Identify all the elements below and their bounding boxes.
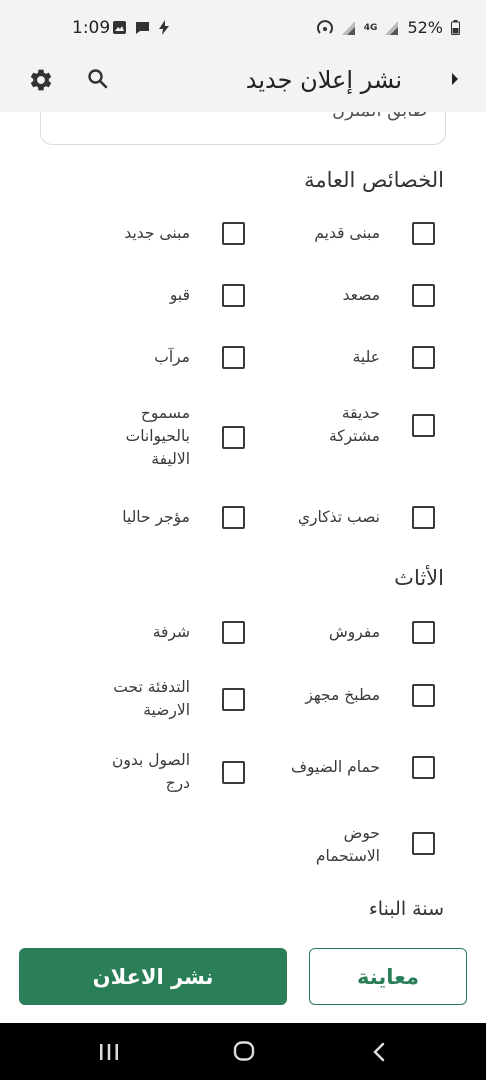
checkbox-label: مرآب xyxy=(154,348,190,366)
signal-icon xyxy=(341,20,355,35)
checkbox-box[interactable] xyxy=(412,621,435,644)
signal-icon-2 xyxy=(385,20,399,35)
back-icon xyxy=(373,1042,385,1062)
back-arrow-button[interactable] xyxy=(450,71,460,91)
checkbox-box[interactable] xyxy=(222,284,245,307)
checkbox-label: قبو xyxy=(169,286,190,304)
recent-apps-button[interactable] xyxy=(99,1043,119,1065)
system-nav-bar xyxy=(0,1023,486,1080)
checkbox-label: مفروش xyxy=(328,623,380,641)
checkbox-box[interactable] xyxy=(412,684,435,707)
page-title: نشر إعلان جديد xyxy=(245,66,402,94)
home-button[interactable] xyxy=(233,1041,255,1065)
checkbox-label: شرفة xyxy=(152,623,190,641)
checkbox-label: التدفئة تحت الارضية xyxy=(113,678,190,719)
checkbox-box[interactable] xyxy=(412,832,435,855)
checkbox-label: علية xyxy=(352,348,380,366)
checkbox-label: مطبخ مجهز xyxy=(305,686,380,704)
action-bar: نشر الاعلان معاينة xyxy=(0,935,486,1023)
checkbox-box[interactable] xyxy=(222,346,245,369)
checkbox-box[interactable] xyxy=(222,761,245,784)
recent-apps-icon xyxy=(100,1044,118,1060)
preview-button[interactable]: معاينة xyxy=(309,948,467,1005)
status-bar: 1:09 4G 52% xyxy=(0,0,486,58)
checkbox-label: مبنى قديم xyxy=(314,224,380,242)
checkbox-box[interactable] xyxy=(412,756,435,779)
flash-notification-icon xyxy=(159,20,169,35)
message-notification-icon xyxy=(136,22,149,34)
checkbox-label: حمام الضيوف xyxy=(290,758,380,776)
home-icon xyxy=(233,1041,255,1061)
settings-button[interactable] xyxy=(28,67,54,97)
general-features-title: الخصائص العامة xyxy=(304,168,444,192)
checkbox-box[interactable] xyxy=(222,426,245,449)
checkbox-label: مسموح بالحيوانات الاليفة xyxy=(125,404,190,468)
system-icons: 4G 52% xyxy=(316,18,460,37)
checkbox-label: نصب تذكاري xyxy=(297,508,380,526)
checkbox-box[interactable] xyxy=(412,346,435,369)
search-button[interactable] xyxy=(86,67,110,95)
network-type: 4G xyxy=(363,22,378,33)
checkbox-box[interactable] xyxy=(222,506,245,529)
checkbox-label: مبنى جديد xyxy=(124,224,190,242)
checkbox-box[interactable] xyxy=(412,284,435,307)
checkbox-label: حوض الاستحمام xyxy=(315,824,380,865)
checkbox-box[interactable] xyxy=(222,222,245,245)
app-bar: نشر إعلان جديد xyxy=(0,58,486,112)
back-button[interactable] xyxy=(372,1042,386,1066)
publish-button[interactable]: نشر الاعلان xyxy=(19,948,287,1005)
checkbox-label: الصول بدون درج xyxy=(112,751,190,792)
checkbox-label: مصعد xyxy=(342,286,380,304)
battery-icon xyxy=(451,20,460,35)
status-time: 1:09 xyxy=(72,18,111,38)
gear-icon xyxy=(30,69,52,91)
notification-icons xyxy=(112,20,170,35)
checkbox-label: حديقة مشتركة xyxy=(328,404,380,445)
checkbox-box[interactable] xyxy=(412,506,435,529)
triangle-back-icon xyxy=(452,73,458,85)
search-icon xyxy=(88,69,108,89)
battery-percent: 52% xyxy=(407,18,443,37)
checkbox-box[interactable] xyxy=(412,222,435,245)
furniture-title: الأثاث xyxy=(394,566,444,590)
hotspot-icon xyxy=(316,19,333,34)
build-year-title: سنة البناء xyxy=(368,898,444,920)
gallery-notification-icon xyxy=(113,21,126,34)
checkbox-box[interactable] xyxy=(412,414,435,437)
checkbox-box[interactable] xyxy=(222,621,245,644)
checkbox-label: مؤجر حاليا xyxy=(122,508,190,526)
checkbox-box[interactable] xyxy=(222,688,245,711)
